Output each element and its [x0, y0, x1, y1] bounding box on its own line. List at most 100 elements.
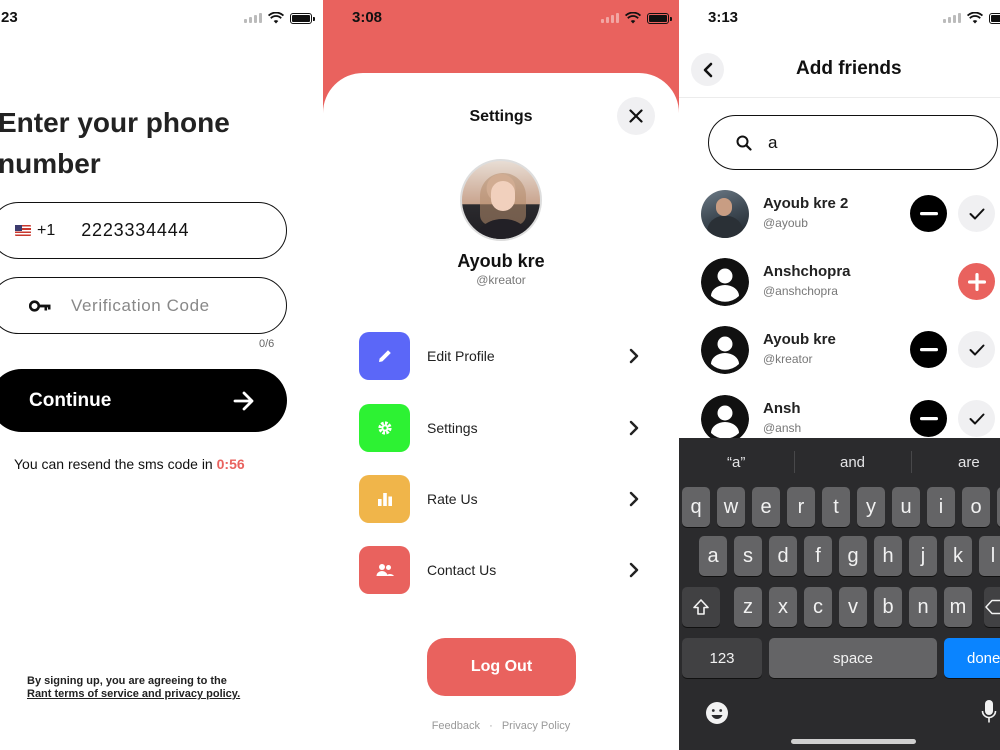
profile-avatar[interactable] [460, 159, 542, 241]
page-title: Add friends [796, 58, 902, 79]
terms-link[interactable]: Rant terms of service and privacy policy… [27, 688, 240, 701]
phone-number-field[interactable]: +1 2223334444 [0, 202, 287, 259]
arrow-right-icon[interactable] [233, 391, 255, 411]
menu-item-contact-us[interactable]: Contact Us [359, 545, 639, 595]
numbers-key[interactable]: 123 [682, 638, 762, 678]
space-key[interactable]: space [769, 638, 937, 678]
default-avatar-icon[interactable] [701, 326, 749, 374]
key-i[interactable]: i [927, 487, 955, 527]
suggestion-item[interactable]: are [958, 454, 980, 471]
shift-icon[interactable] [692, 598, 710, 616]
continue-label[interactable]: Continue [29, 390, 233, 412]
shift-key[interactable] [682, 587, 720, 627]
close-icon[interactable] [629, 109, 643, 123]
key-j[interactable]: j [909, 536, 937, 576]
privacy-policy-link[interactable]: Privacy Policy [502, 720, 570, 732]
country-code[interactable]: +1 [37, 222, 55, 240]
default-avatar-icon[interactable] [701, 395, 749, 443]
menu-item-settings[interactable]: Settings [359, 403, 639, 453]
accept-button[interactable] [958, 195, 995, 232]
key-g[interactable]: g [839, 536, 867, 576]
key-o[interactable]: o [962, 487, 990, 527]
add-friend-button[interactable] [958, 263, 995, 300]
friend-row[interactable]: Ayoub kre @kreator [701, 326, 1000, 376]
menu-label: Rate Us [427, 491, 478, 507]
terms-line-1: By signing up, you are agreeing to the [27, 675, 227, 687]
search-input[interactable]: a [708, 115, 998, 170]
key-z[interactable]: z [734, 587, 762, 627]
feedback-link[interactable]: Feedback [432, 720, 480, 732]
key-v[interactable]: v [839, 587, 867, 627]
key-m[interactable]: m [944, 587, 972, 627]
menu-item-edit-profile[interactable]: Edit Profile [359, 331, 639, 381]
key-e[interactable]: e [752, 487, 780, 527]
status-time: :23 [0, 9, 18, 26]
emoji-icon[interactable] [705, 701, 729, 725]
search-value[interactable]: a [768, 133, 777, 153]
suggestion-item[interactable]: and [840, 454, 865, 471]
us-flag-icon[interactable] [15, 225, 31, 236]
continue-button[interactable]: Continue [0, 369, 287, 432]
friend-name: Anshchopra [763, 263, 851, 280]
key-y[interactable]: y [857, 487, 885, 527]
key-t[interactable]: t [822, 487, 850, 527]
key-s[interactable]: s [734, 536, 762, 576]
friend-handle: @ansh [763, 421, 802, 435]
done-key[interactable]: done [944, 638, 1000, 678]
remove-button[interactable] [910, 400, 947, 437]
accept-button[interactable] [958, 331, 995, 368]
friend-row[interactable]: Anshchopra @anshchopra [701, 258, 1000, 308]
key-d[interactable]: d [769, 536, 797, 576]
key-n[interactable]: n [909, 587, 937, 627]
key-c[interactable]: c [804, 587, 832, 627]
verification-code-placeholder[interactable]: Verification Code [71, 296, 210, 316]
checkmark-icon[interactable] [969, 208, 985, 220]
checkmark-icon[interactable] [969, 413, 985, 425]
chevron-left-icon[interactable] [703, 62, 713, 78]
minus-icon[interactable] [919, 416, 938, 421]
verification-code-field[interactable]: Verification Code [0, 277, 287, 334]
chevron-right-icon [629, 348, 639, 364]
resend-info: You can resend the sms code in 0:56 [14, 456, 245, 472]
remove-button[interactable] [910, 331, 947, 368]
delete-key[interactable] [984, 587, 1000, 627]
friend-row[interactable]: Ayoub kre 2 @ayoub [701, 190, 1000, 240]
microphone-icon[interactable] [981, 699, 997, 725]
key-k[interactable]: k [944, 536, 972, 576]
settings-screen: 3:08 Settings Ayoub kre @kreator Edit Pr… [323, 0, 679, 750]
status-time: 3:13 [708, 9, 739, 26]
header-divider [679, 97, 1000, 98]
key-f[interactable]: f [804, 536, 832, 576]
key-h[interactable]: h [874, 536, 902, 576]
key-u[interactable]: u [892, 487, 920, 527]
checkmark-icon[interactable] [969, 344, 985, 356]
friend-avatar[interactable] [701, 190, 749, 238]
close-button[interactable] [617, 97, 655, 135]
minus-icon[interactable] [919, 347, 938, 352]
minus-icon[interactable] [919, 211, 938, 216]
key-r[interactable]: r [787, 487, 815, 527]
key-x[interactable]: x [769, 587, 797, 627]
wifi-icon [268, 12, 284, 24]
suggestion-item[interactable]: “a” [727, 454, 745, 471]
menu-label: Edit Profile [427, 348, 495, 364]
remove-button[interactable] [910, 195, 947, 232]
key-q[interactable]: q [682, 487, 710, 527]
default-avatar-icon[interactable] [701, 258, 749, 306]
key-w[interactable]: w [717, 487, 745, 527]
plus-icon[interactable] [967, 272, 986, 291]
accept-button[interactable] [958, 400, 995, 437]
key-a[interactable]: a [699, 536, 727, 576]
key-b[interactable]: b [874, 587, 902, 627]
backspace-icon[interactable] [985, 599, 1000, 615]
resend-text: You can resend the sms code in [14, 456, 213, 472]
back-button[interactable] [691, 53, 724, 86]
wifi-icon [967, 12, 983, 24]
log-out-button[interactable]: Log Out [427, 638, 576, 696]
add-friends-screen: 3:13 Add friends a Ayoub kre 2 @ayoub An… [679, 0, 1000, 750]
chevron-right-icon [629, 562, 639, 578]
key-l[interactable]: l [979, 536, 1000, 576]
menu-item-rate-us[interactable]: Rate Us [359, 474, 639, 524]
phone-number-value[interactable]: 2223334444 [81, 220, 189, 241]
chevron-right-icon [629, 491, 639, 507]
